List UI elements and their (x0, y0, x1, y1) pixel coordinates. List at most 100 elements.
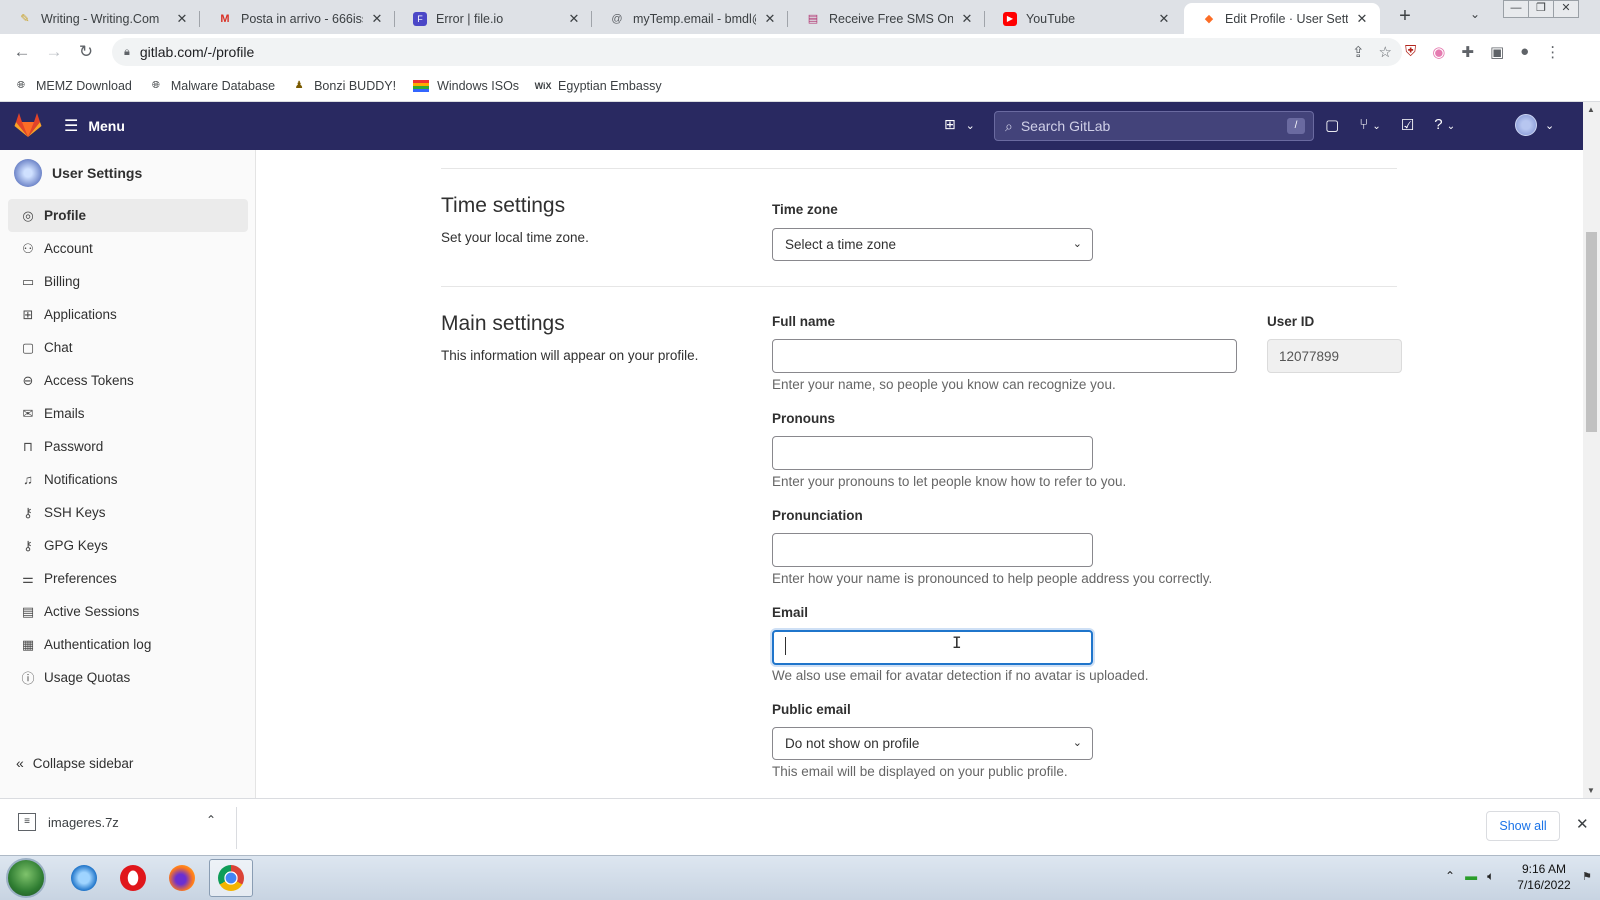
browser-tab[interactable]: F Error | file.io ✕ (395, 3, 592, 34)
restore-icon[interactable]: ❐ (1528, 0, 1554, 18)
help-icon[interactable]: ? ⌄ (1434, 116, 1455, 134)
timezone-select[interactable]: Select a time zone ⌄ (772, 228, 1093, 261)
sidebar-item-profile[interactable]: ◎ Profile (8, 199, 248, 232)
browser-tab[interactable]: ✎ Writing - Writing.Com ✕ (0, 3, 200, 34)
opera-icon (120, 865, 146, 891)
issues-icon[interactable]: ▢ (1325, 116, 1339, 134)
network-icon[interactable]: ▬ (1465, 869, 1477, 884)
bookmark-windows-isos[interactable]: Windows ISOs (413, 79, 519, 93)
browser-tab-active[interactable]: ◆ Edit Profile · User Setting ✕ (1184, 3, 1380, 34)
close-tab-icon[interactable]: ✕ (959, 11, 975, 27)
close-tab-icon[interactable]: ✕ (1354, 11, 1370, 27)
lock-icon[interactable]: 🔒︎ (124, 46, 130, 59)
sidebar-item-billing[interactable]: ▭ Billing (8, 265, 248, 298)
new-tab-button[interactable]: + (1393, 5, 1417, 29)
side-panel-icon[interactable]: ▣ (1490, 43, 1504, 61)
taskbar-firefox[interactable] (160, 859, 204, 897)
close-tab-icon[interactable]: ✕ (762, 11, 778, 27)
pronunciation-input[interactable] (772, 533, 1093, 567)
sidebar-item-password[interactable]: ⊓ Password (8, 430, 248, 463)
bookmark-star-icon[interactable]: ☆ (1379, 43, 1392, 61)
todos-icon[interactable]: ☑ (1401, 116, 1414, 134)
bookmark-malware-database[interactable]: 🌐︎ Malware Database (149, 79, 275, 93)
sidebar-item-active-sessions[interactable]: ▤ Active Sessions (8, 595, 248, 628)
sidebar-item-chat[interactable]: ▢ Chat (8, 331, 248, 364)
sidebar-item-gpg-keys[interactable]: ⚷ GPG Keys (8, 529, 248, 562)
scrollbar-thumb[interactable] (1586, 232, 1597, 432)
profile-icon[interactable]: ● (1520, 43, 1529, 61)
merge-requests-icon[interactable]: ⑂ ⌄ (1359, 116, 1381, 134)
menu-button[interactable]: ☰ Menu (64, 116, 125, 136)
close-tab-icon[interactable]: ✕ (1156, 11, 1172, 27)
email-input[interactable] (772, 630, 1093, 665)
create-new-dropdown[interactable]: ⊞ ⌄ (944, 116, 975, 133)
start-button[interactable] (6, 858, 46, 898)
forward-icon[interactable]: → (38, 42, 70, 62)
token-icon: ⊖ (22, 372, 34, 388)
bookmark-bonzi-buddy[interactable]: ♟ Bonzi BUDDY! (292, 79, 396, 93)
close-tab-icon[interactable]: ✕ (566, 11, 582, 27)
browser-tab[interactable]: @ myTemp.email - bmdl@ ✕ (592, 3, 788, 34)
sidebar-item-preferences[interactable]: ⚌ Preferences (8, 562, 248, 595)
sidebar-item-access-tokens[interactable]: ⊖ Access Tokens (8, 364, 248, 397)
page-scrollbar[interactable]: ▲ ▼ (1583, 102, 1600, 798)
writing-com-favicon: ✎ (20, 13, 30, 25)
close-tab-icon[interactable]: ✕ (369, 11, 385, 27)
window-close-icon[interactable]: ✕ (1553, 0, 1579, 18)
user-menu[interactable]: ⌄ (1515, 114, 1554, 136)
action-center-flag-icon[interactable]: ⚑ (1582, 870, 1592, 883)
browser-tab[interactable]: M Posta in arrivo - 666issu ✕ (200, 3, 395, 34)
collapse-sidebar-button[interactable]: « Collapse sidebar (16, 755, 133, 771)
extension-shield-icon[interactable]: ⛨ (1405, 43, 1416, 61)
bookmark-egyptian-embassy[interactable]: WiX Egyptian Embassy (534, 79, 662, 93)
back-icon[interactable]: ← (6, 42, 38, 62)
pronouns-help: Enter your pronouns to let people know h… (772, 474, 1127, 489)
windows-taskbar: ⌃ ▬ 🔈︎ 9:16 AM 7/16/2022 ⚑ (0, 855, 1600, 900)
extensions-puzzle-icon[interactable]: ✚ (1461, 43, 1474, 61)
chevron-up-icon[interactable]: ⌃ (206, 813, 216, 827)
tray-expand-icon[interactable]: ⌃ (1445, 869, 1455, 884)
sidebar-item-notifications[interactable]: ♫ Notifications (8, 463, 248, 496)
taskbar-clock[interactable]: 9:16 AM 7/16/2022 (1514, 861, 1574, 893)
full-name-input[interactable] (772, 339, 1237, 373)
close-download-shelf-icon[interactable]: ✕ (1576, 815, 1589, 833)
minimize-icon[interactable]: — (1503, 0, 1529, 18)
sidebar-context-header[interactable]: User Settings (14, 159, 142, 187)
taskbar-internet-explorer[interactable] (62, 859, 106, 897)
chevron-down-icon: ⌄ (965, 120, 975, 132)
sidebar-item-ssh-keys[interactable]: ⚷ SSH Keys (8, 496, 248, 529)
browser-tab[interactable]: ▤ Receive Free SMS Online ✕ (788, 3, 985, 34)
pronouns-input[interactable] (772, 436, 1093, 470)
sidebar-item-usage-quotas[interactable]: ⓘ Usage Quotas (8, 661, 248, 694)
gitlab-logo-icon[interactable] (14, 112, 42, 141)
chrome-menu-icon[interactable]: ⋮ (1545, 43, 1560, 61)
taskbar-opera[interactable] (111, 859, 155, 897)
extension-orb-icon[interactable]: ◉ (1432, 43, 1445, 61)
at-sign-favicon: @ (611, 12, 623, 25)
show-all-downloads-button[interactable]: Show all (1486, 811, 1560, 841)
sidebar-item-account[interactable]: ⚇ Account (8, 232, 248, 265)
tab-search-icon[interactable]: ⌄ (1470, 7, 1480, 21)
url-bar[interactable]: 🔒︎ gitlab.com/-/profile ⇪ ☆ (112, 38, 1402, 66)
public-email-select[interactable]: Do not show on profile ⌄ (772, 727, 1093, 760)
applications-icon: ⊞ (22, 306, 34, 322)
wix-icon: WiX (534, 80, 552, 91)
download-item[interactable]: ≡ imageres.7z (18, 813, 119, 831)
search-gitlab-input[interactable]: ⌕ Search GitLab / (994, 111, 1314, 141)
bell-icon: ♫ (23, 472, 33, 487)
reload-icon[interactable]: ↻ (70, 42, 102, 62)
sidebar-item-applications[interactable]: ⊞ Applications (8, 298, 248, 331)
scroll-up-icon[interactable]: ▲ (1587, 105, 1595, 114)
bookmark-memz[interactable]: 🌐︎ MEMZ Download (14, 79, 132, 93)
scroll-down-icon[interactable]: ▼ (1587, 786, 1595, 795)
browser-tab[interactable]: ▶ YouTube ✕ (985, 3, 1182, 34)
sidebar-item-authentication-log[interactable]: ▦ Authentication log (8, 628, 248, 661)
chrome-icon (218, 865, 244, 891)
pronunciation-help: Enter how your name is pronounced to hel… (772, 571, 1213, 586)
volume-icon[interactable]: 🔈︎ (1487, 869, 1494, 884)
share-icon[interactable]: ⇪ (1352, 43, 1365, 61)
close-tab-icon[interactable]: ✕ (174, 11, 190, 27)
bonzi-icon: ♟ (294, 80, 304, 91)
taskbar-chrome[interactable] (209, 859, 253, 897)
sidebar-item-emails[interactable]: ✉ Emails (8, 397, 248, 430)
